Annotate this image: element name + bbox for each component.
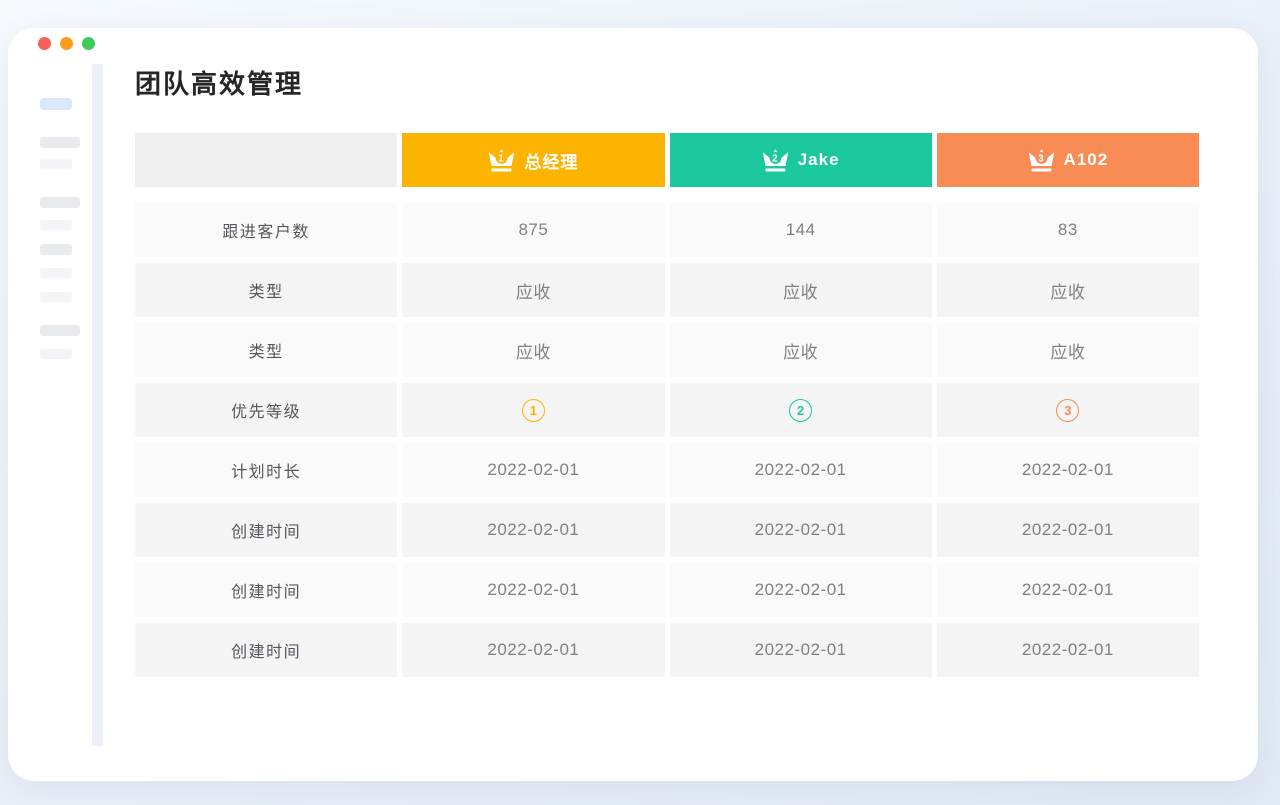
skeleton-bar <box>40 137 80 148</box>
leaderboard-table: 1 总经理 2 Jake 3 A102 跟进客户数 87514483 类型 应收… <box>135 133 1199 683</box>
value-cell: 2022-02-01 <box>402 503 664 557</box>
table-row: 创建时间 2022-02-012022-02-012022-02-01 <box>135 503 1199 557</box>
value-cell: 875 <box>402 203 664 257</box>
table-header-row: 1 总经理 2 Jake 3 A102 <box>135 133 1199 187</box>
value-cell: 2022-02-01 <box>402 443 664 497</box>
value-cell: 应收 <box>937 263 1199 317</box>
skeleton-bar <box>40 244 72 255</box>
value-cell: 144 <box>670 203 932 257</box>
value-cell: 应收 <box>402 323 664 377</box>
value-cell: 应收 <box>937 323 1199 377</box>
zoom-button-icon[interactable] <box>82 37 95 50</box>
skeleton-bar <box>40 325 80 336</box>
value-cell: 2022-02-01 <box>670 563 932 617</box>
row-label-cell: 创建时间 <box>135 623 397 677</box>
sidebar-divider <box>92 64 103 746</box>
skeleton-bar <box>40 349 72 359</box>
value-cell: 2 <box>670 383 932 437</box>
priority-badge: 1 <box>522 399 545 422</box>
minimize-button-icon[interactable] <box>60 37 73 50</box>
row-label-cell: 计划时长 <box>135 443 397 497</box>
table-row: 创建时间 2022-02-012022-02-012022-02-01 <box>135 563 1199 617</box>
crown-rank-icon: 3 <box>1028 148 1055 173</box>
table-row: 类型 应收应收应收 <box>135 263 1199 317</box>
sidebar-active-item-placeholder <box>40 98 72 110</box>
page-title: 团队高效管理 <box>135 64 303 101</box>
value-cell: 2022-02-01 <box>937 443 1199 497</box>
value-cell: 2022-02-01 <box>670 443 932 497</box>
value-cell: 应收 <box>670 263 932 317</box>
value-cell: 应收 <box>402 263 664 317</box>
window-controls <box>38 37 95 50</box>
skeleton-bar <box>40 197 80 208</box>
priority-badge: 2 <box>789 399 812 422</box>
value-cell: 2022-02-01 <box>402 623 664 677</box>
column-header-label: A102 <box>1064 150 1109 170</box>
value-cell: 1 <box>402 383 664 437</box>
table-row: 跟进客户数 87514483 <box>135 203 1199 257</box>
column-header-2[interactable]: 2 Jake <box>670 133 932 187</box>
value-cell: 2022-02-01 <box>937 563 1199 617</box>
row-label-cell: 类型 <box>135 263 397 317</box>
crown-rank-icon: 1 <box>488 148 515 173</box>
skeleton-bar <box>40 159 72 169</box>
column-header-label: 总经理 <box>524 148 578 173</box>
value-cell: 应收 <box>670 323 932 377</box>
table-row: 优先等级 1 2 3 <box>135 383 1199 437</box>
row-label-cell: 创建时间 <box>135 563 397 617</box>
value-cell: 2022-02-01 <box>937 623 1199 677</box>
close-button-icon[interactable] <box>38 37 51 50</box>
svg-text:3: 3 <box>1038 153 1045 164</box>
svg-text:2: 2 <box>772 153 779 164</box>
row-label-cell: 类型 <box>135 323 397 377</box>
crown-rank-icon: 2 <box>762 148 789 173</box>
svg-text:1: 1 <box>499 153 506 164</box>
table-row: 创建时间 2022-02-012022-02-012022-02-01 <box>135 623 1199 677</box>
value-cell: 2022-02-01 <box>402 563 664 617</box>
skeleton-bar <box>40 268 72 278</box>
value-cell: 83 <box>937 203 1199 257</box>
column-header-1[interactable]: 1 总经理 <box>402 133 664 187</box>
skeleton-bar <box>40 220 72 230</box>
header-empty-cell <box>135 133 397 187</box>
priority-badge: 3 <box>1056 399 1079 422</box>
value-cell: 2022-02-01 <box>670 623 932 677</box>
app-window: 团队高效管理 1 总经理 2 Jake 3 A102 <box>8 28 1258 781</box>
table-row: 计划时长 2022-02-012022-02-012022-02-01 <box>135 443 1199 497</box>
row-label-cell: 创建时间 <box>135 503 397 557</box>
row-label-cell: 优先等级 <box>135 383 397 437</box>
value-cell: 3 <box>937 383 1199 437</box>
column-header-3[interactable]: 3 A102 <box>937 133 1199 187</box>
value-cell: 2022-02-01 <box>670 503 932 557</box>
value-cell: 2022-02-01 <box>937 503 1199 557</box>
skeleton-bar <box>40 292 72 302</box>
column-header-label: Jake <box>798 150 840 170</box>
table-row: 类型 应收应收应收 <box>135 323 1199 377</box>
row-label-cell: 跟进客户数 <box>135 203 397 257</box>
